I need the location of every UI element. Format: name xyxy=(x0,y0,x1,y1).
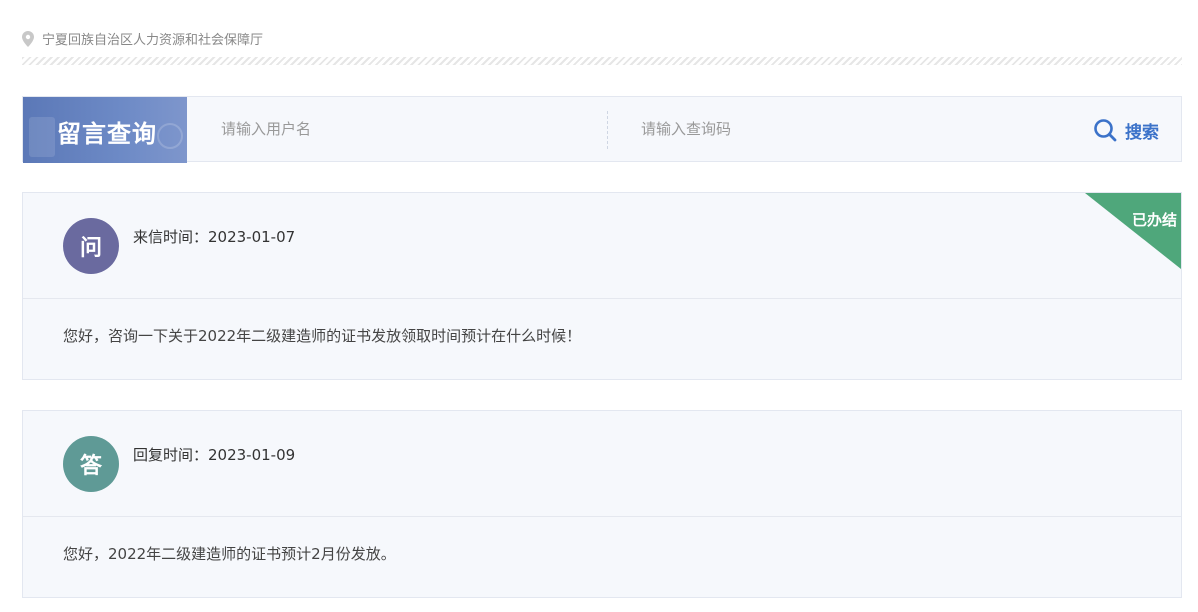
question-header: 问 来信时间：2023-01-07 已办结 xyxy=(23,193,1181,299)
breadcrumb: 宁夏回族自治区人力资源和社会保障厅 xyxy=(22,29,263,48)
search-icon xyxy=(1093,118,1117,142)
location-pin-icon xyxy=(22,30,34,47)
username-input[interactable] xyxy=(221,111,601,147)
search-banner: 留言查询 xyxy=(23,97,187,163)
search-button[interactable]: 搜索 xyxy=(1093,115,1159,145)
search-button-label: 搜索 xyxy=(1125,122,1159,143)
answer-card: 答 回复时间：2023-01-09 您好，2022年二级建造师的证书预计2月份发… xyxy=(22,410,1182,598)
answer-header: 答 回复时间：2023-01-09 xyxy=(23,411,1181,517)
answer-content: 您好，2022年二级建造师的证书预计2月份发放。 xyxy=(63,545,396,563)
page: 宁夏回族自治区人力资源和社会保障厅 留言查询 搜索 问 来信时间：2023-01… xyxy=(0,0,1198,612)
search-banner-title: 留言查询 xyxy=(57,120,157,148)
field-divider xyxy=(607,111,608,149)
answer-avatar: 答 xyxy=(63,436,119,492)
hatch-divider xyxy=(22,57,1182,65)
question-time: 来信时间：2023-01-07 xyxy=(133,228,296,246)
breadcrumb-link[interactable]: 宁夏回族自治区人力资源和社会保障厅 xyxy=(42,29,263,48)
answer-time: 回复时间：2023-01-09 xyxy=(133,446,296,464)
query-code-input[interactable] xyxy=(641,111,1021,147)
status-badge-label: 已办结 xyxy=(1131,211,1177,229)
question-avatar: 问 xyxy=(63,218,119,274)
question-card: 问 来信时间：2023-01-07 已办结 您好，咨询一下关于2022年二级建造… xyxy=(22,192,1182,380)
question-content: 您好，咨询一下关于2022年二级建造师的证书发放领取时间预计在什么时候！ xyxy=(63,327,582,345)
message-search-bar: 留言查询 搜索 xyxy=(22,96,1182,163)
status-badge xyxy=(1085,193,1181,269)
